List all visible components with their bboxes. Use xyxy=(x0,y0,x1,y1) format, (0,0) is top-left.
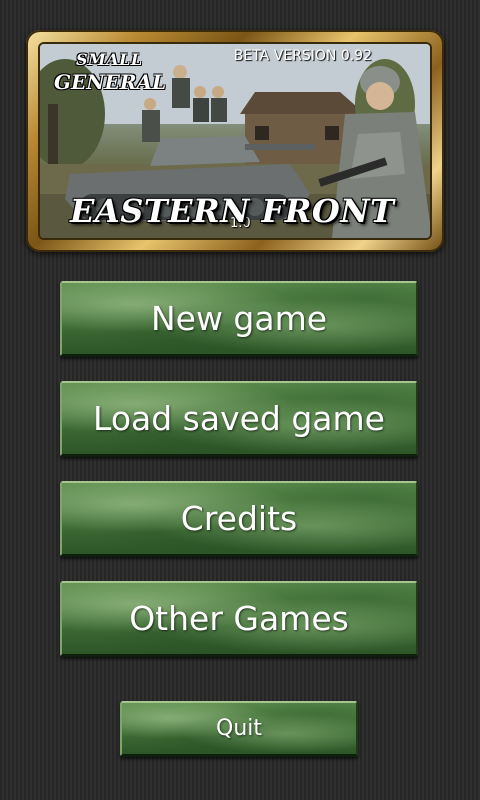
quit-label: Quit xyxy=(216,716,262,741)
new-game-button[interactable]: New game xyxy=(60,281,418,357)
credits-button[interactable]: Credits xyxy=(60,481,418,557)
game-title: EASTERN FRONT xyxy=(70,192,395,230)
load-saved-game-label: Load saved game xyxy=(93,399,385,438)
load-saved-game-button[interactable]: Load saved game xyxy=(60,381,418,457)
title-banner-frame: SMALL GENERAL BETA VERSION 0.92 1.0 EAST… xyxy=(26,30,444,252)
other-games-button[interactable]: Other Games xyxy=(60,581,418,657)
banner-general-label: GENERAL xyxy=(54,70,167,94)
title-banner-artwork: SMALL GENERAL BETA VERSION 0.92 1.0 EAST… xyxy=(40,44,430,238)
beta-version-label: BETA VERSION 0.92 xyxy=(233,48,372,64)
other-games-label: Other Games xyxy=(129,599,349,638)
new-game-label: New game xyxy=(150,299,328,338)
banner-small-label: SMALL xyxy=(76,50,143,69)
credits-label: Credits xyxy=(180,499,298,538)
quit-button[interactable]: Quit xyxy=(120,701,358,757)
